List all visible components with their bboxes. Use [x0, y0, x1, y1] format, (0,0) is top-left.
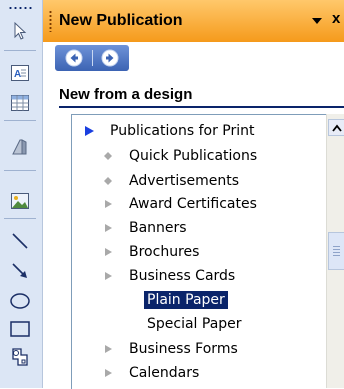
- task-pane-header: New Publication x: [43, 0, 344, 43]
- tree-item[interactable]: Brochures: [100, 240, 202, 264]
- back-arrow-icon: [65, 49, 83, 67]
- toolbar-separator: [4, 50, 36, 51]
- diamond-bullet-icon: [100, 173, 116, 189]
- toolbar-separator: [4, 170, 36, 171]
- tree-item[interactable]: Advertisements: [100, 169, 242, 193]
- collapsed-arrow-icon: [100, 268, 116, 284]
- tree-item[interactable]: Plain Paper: [144, 288, 228, 312]
- toolbar-separator: [4, 120, 36, 121]
- tree-item[interactable]: Business Cards: [100, 264, 238, 288]
- chevron-down-icon: [312, 18, 322, 24]
- nav-button-group: [55, 45, 129, 71]
- objects-toolbar: A: [0, 0, 43, 388]
- collapsed-arrow-icon: [100, 196, 116, 212]
- tree-scrollbar[interactable]: [326, 114, 344, 388]
- section-divider: [59, 106, 344, 108]
- task-pane: New Publication x New from a design Publ…: [43, 0, 344, 389]
- tree-item-label: Quick Publications: [129, 148, 258, 164]
- autoshapes-icon[interactable]: [5, 342, 35, 372]
- tree-item[interactable]: Special Paper: [144, 312, 245, 336]
- tree-item-label: Publications for Print: [110, 123, 255, 139]
- collapsed-arrow-icon: [100, 365, 116, 381]
- svg-text:A: A: [14, 69, 21, 80]
- close-button[interactable]: x: [332, 10, 340, 27]
- diamond-bullet-icon: [100, 148, 116, 164]
- collapsed-arrow-icon: [100, 341, 116, 357]
- task-pane-navigation: [43, 42, 344, 76]
- design-category-tree[interactable]: Publications for Print Quick Publications…: [71, 114, 332, 389]
- scroll-thumb[interactable]: [328, 232, 344, 270]
- text-box-icon[interactable]: A: [5, 58, 35, 88]
- task-pane-title: New Publication: [59, 12, 183, 29]
- tree-item[interactable]: Quick Publications: [100, 144, 260, 168]
- toolbar-grip[interactable]: [8, 6, 34, 10]
- tree-item[interactable]: Calendars: [100, 361, 202, 385]
- chevron-up-icon: [331, 124, 342, 132]
- arrow-icon[interactable]: [5, 256, 35, 286]
- task-pane-menu-button[interactable]: [310, 13, 324, 27]
- picture-icon[interactable]: [5, 186, 35, 216]
- tree-item-label: Award Certificates: [129, 196, 257, 212]
- line-icon[interactable]: [5, 226, 35, 256]
- expanded-arrow-icon: [81, 123, 97, 139]
- scroll-up-button[interactable]: [328, 119, 344, 136]
- tree-item-label: Plain Paper: [144, 291, 228, 309]
- toolbar-separator: [4, 218, 36, 219]
- wordart-icon[interactable]: [5, 132, 35, 162]
- nav-divider: [92, 50, 93, 66]
- tree-item-label: Banners: [129, 220, 187, 236]
- tree-item-label: Advertisements: [129, 173, 240, 189]
- tree-item-label: Brochures: [129, 244, 200, 260]
- tree-item[interactable]: Publications for Print: [81, 119, 257, 143]
- tree-item-label: Business Forms: [129, 341, 238, 357]
- forward-arrow-icon: [101, 49, 119, 67]
- oval-icon[interactable]: [5, 286, 35, 316]
- table-icon[interactable]: [5, 88, 35, 118]
- back-button[interactable]: [64, 48, 84, 68]
- tree-item-label: Special Paper: [147, 316, 242, 332]
- select-arrow-icon[interactable]: [5, 16, 35, 46]
- tree-item-label: Business Cards: [129, 268, 236, 284]
- task-pane-grip[interactable]: [49, 10, 52, 32]
- tree-item[interactable]: Award Certificates: [100, 192, 260, 216]
- tree-item[interactable]: Banners: [100, 216, 190, 240]
- tree-item[interactable]: Business Forms: [100, 337, 241, 361]
- forward-button[interactable]: [100, 48, 120, 68]
- rectangle-icon[interactable]: [5, 314, 35, 344]
- collapsed-arrow-icon: [100, 244, 116, 260]
- collapsed-arrow-icon: [100, 220, 116, 236]
- section-title: New from a design: [59, 86, 193, 103]
- tree-item-label: Calendars: [129, 365, 200, 381]
